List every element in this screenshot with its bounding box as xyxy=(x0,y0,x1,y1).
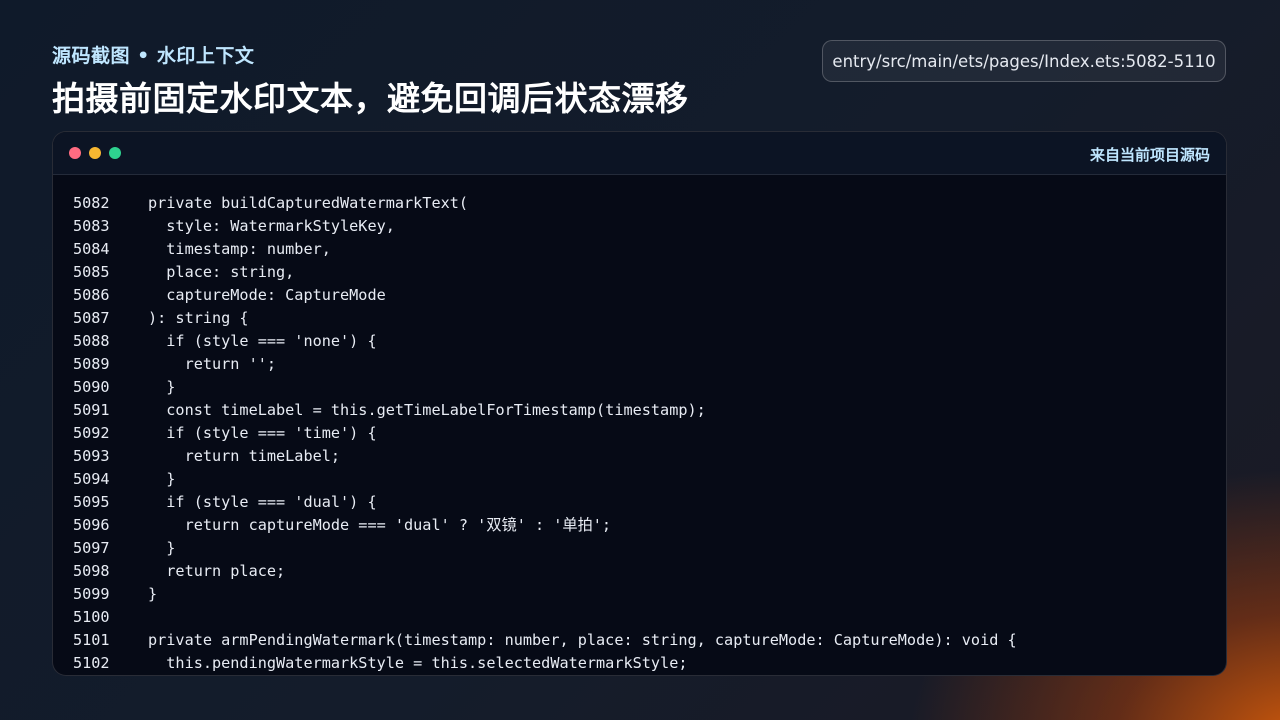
code-text: timestamp: number, xyxy=(148,240,331,258)
code-text: if (style === 'none') { xyxy=(148,332,377,350)
code-line: 5090 } xyxy=(53,376,1226,399)
code-text: } xyxy=(148,470,176,488)
line-number: 5086 xyxy=(73,286,110,304)
code-line: 5102 this.pendingWatermarkStyle = this.s… xyxy=(53,652,1226,675)
code-text: return timeLabel; xyxy=(148,447,341,465)
code-text: } xyxy=(148,539,176,557)
code-line: 5088 if (style === 'none') { xyxy=(53,330,1226,353)
code-text: if (style === 'time') { xyxy=(148,424,377,442)
line-number: 5084 xyxy=(73,240,110,258)
line-number: 5088 xyxy=(73,332,110,350)
code-text: style: WatermarkStyleKey, xyxy=(148,217,395,235)
code-line: 5087 ): string { xyxy=(53,307,1226,330)
line-number: 5087 xyxy=(73,309,110,327)
code-line: 5083 style: WatermarkStyleKey, xyxy=(53,215,1226,238)
code-text: } xyxy=(148,585,158,603)
code-text: return ''; xyxy=(148,355,277,373)
code-line: 5096 return captureMode === 'dual' ? '双镜… xyxy=(53,514,1226,537)
code-line: 5098 return place; xyxy=(53,560,1226,583)
code-line: 5091 const timeLabel = this.getTimeLabel… xyxy=(53,399,1226,422)
code-line: 5082 private buildCapturedWatermarkText( xyxy=(53,192,1226,215)
yellow-dot-icon xyxy=(89,147,101,159)
code-line: 5092 if (style === 'time') { xyxy=(53,422,1226,445)
red-dot-icon xyxy=(69,147,81,159)
line-number: 5098 xyxy=(73,562,110,580)
line-number: 5096 xyxy=(73,516,110,534)
code-line: 5084 timestamp: number, xyxy=(53,238,1226,261)
code-text: return captureMode === 'dual' ? '双镜' : '… xyxy=(148,516,612,534)
code-line: 5101 private armPendingWatermark(timestam… xyxy=(53,629,1226,652)
line-number: 5085 xyxy=(73,263,110,281)
line-number: 5102 xyxy=(73,654,110,672)
code-line: 5097 } xyxy=(53,537,1226,560)
code-line: 5086 captureMode: CaptureMode xyxy=(53,284,1226,307)
code-line: 5094 } xyxy=(53,468,1226,491)
code-text: } xyxy=(148,378,176,396)
code-text: private buildCapturedWatermarkText( xyxy=(148,194,469,212)
line-number: 5090 xyxy=(73,378,110,396)
line-number: 5091 xyxy=(73,401,110,419)
section-kicker: 源码截图 • 水印上下文 xyxy=(52,45,255,67)
line-number: 5097 xyxy=(73,539,110,557)
code-line: 5085 place: string, xyxy=(53,261,1226,284)
code-text: place: string, xyxy=(148,263,295,281)
line-number: 5093 xyxy=(73,447,110,465)
code-text: return place; xyxy=(148,562,286,580)
line-number: 5100 xyxy=(73,608,110,626)
code-line: 5093 return timeLabel; xyxy=(53,445,1226,468)
file-path-badge: entry/src/main/ets/pages/Index.ets:5082-… xyxy=(822,40,1226,82)
code-window: 来自当前项目源码 5082 private buildCapturedWaterm… xyxy=(52,131,1227,676)
code-line: 5089 return ''; xyxy=(53,353,1226,376)
code-window-titlebar: 来自当前项目源码 xyxy=(53,132,1226,175)
line-number: 5099 xyxy=(73,585,110,603)
line-number: 5095 xyxy=(73,493,110,511)
code-text: ): string { xyxy=(148,309,249,327)
page-title: 拍摄前固定水印文本，避免回调后状态漂移 xyxy=(52,79,689,118)
line-number: 5083 xyxy=(73,217,110,235)
line-number: 5082 xyxy=(73,194,110,212)
line-number: 5092 xyxy=(73,424,110,442)
code-text: if (style === 'dual') { xyxy=(148,493,377,511)
code-block: 5082 private buildCapturedWatermarkText(5… xyxy=(53,192,1226,675)
code-text: captureMode: CaptureMode xyxy=(148,286,386,304)
line-number: 5101 xyxy=(73,631,110,649)
green-dot-icon xyxy=(109,147,121,159)
code-text: const timeLabel = this.getTimeLabelForTi… xyxy=(148,401,706,419)
code-text: this.pendingWatermarkStyle = this.select… xyxy=(148,654,688,672)
source-label: 来自当前项目源码 xyxy=(1089,146,1210,164)
code-line: 5099} xyxy=(53,583,1226,606)
line-number: 5094 xyxy=(73,470,110,488)
code-text: private armPendingWatermark(timestamp: n… xyxy=(148,631,1017,649)
code-line: 5095 if (style === 'dual') { xyxy=(53,491,1226,514)
code-line: 5100 xyxy=(53,606,1226,629)
line-number: 5089 xyxy=(73,355,110,373)
